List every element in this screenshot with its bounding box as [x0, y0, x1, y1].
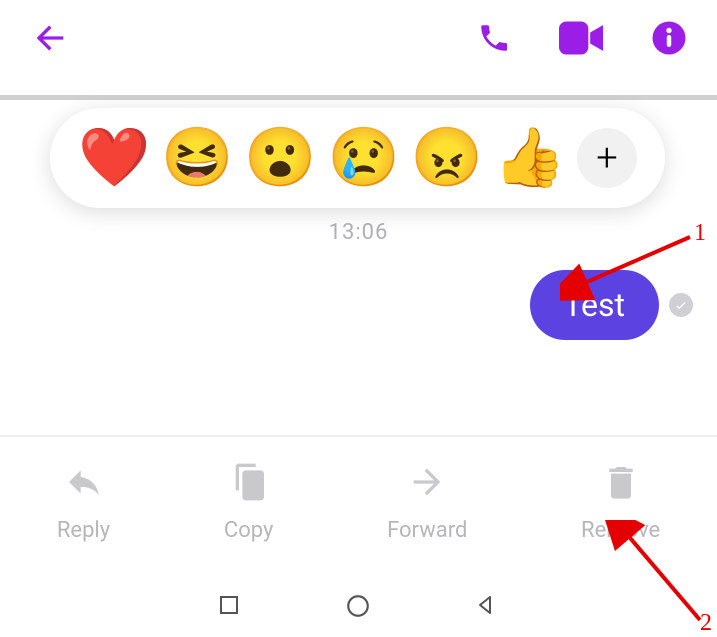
- annotation-label-2: 2: [700, 610, 712, 637]
- reply-label: Reply: [57, 518, 110, 543]
- reaction-sad[interactable]: 😢: [327, 126, 391, 190]
- reaction-heart[interactable]: ❤️: [78, 126, 142, 190]
- top-bar-actions: [477, 20, 687, 56]
- nav-home-button[interactable]: [345, 593, 373, 621]
- info-button[interactable]: [651, 20, 687, 56]
- reaction-add-button[interactable]: +: [577, 128, 637, 188]
- reaction-picker: ❤️ 😆 😮 😢 😠 👍 +: [50, 108, 665, 208]
- video-call-button[interactable]: [559, 21, 603, 55]
- annotation-arrow-1: [560, 225, 710, 305]
- trash-icon: [601, 462, 641, 508]
- copy-icon: [229, 462, 269, 508]
- reaction-laugh[interactable]: 😆: [161, 126, 225, 190]
- copy-button[interactable]: Copy: [224, 462, 274, 543]
- back-button[interactable]: [30, 18, 70, 58]
- reaction-wow[interactable]: 😮: [244, 126, 308, 190]
- reply-icon: [64, 462, 104, 508]
- top-bar: [0, 0, 717, 75]
- forward-button[interactable]: Forward: [387, 462, 467, 543]
- reply-button[interactable]: Reply: [57, 462, 110, 543]
- forward-icon: [407, 462, 447, 508]
- reaction-like[interactable]: 👍: [494, 126, 558, 190]
- copy-label: Copy: [224, 518, 274, 543]
- nav-back-button[interactable]: [473, 593, 501, 621]
- reaction-angry[interactable]: 😠: [411, 126, 475, 190]
- nav-recent-button[interactable]: [217, 593, 245, 621]
- annotation-arrow-2: [605, 520, 715, 630]
- annotation-label-1: 1: [694, 220, 706, 247]
- forward-label: Forward: [387, 518, 467, 543]
- call-button[interactable]: [477, 21, 511, 55]
